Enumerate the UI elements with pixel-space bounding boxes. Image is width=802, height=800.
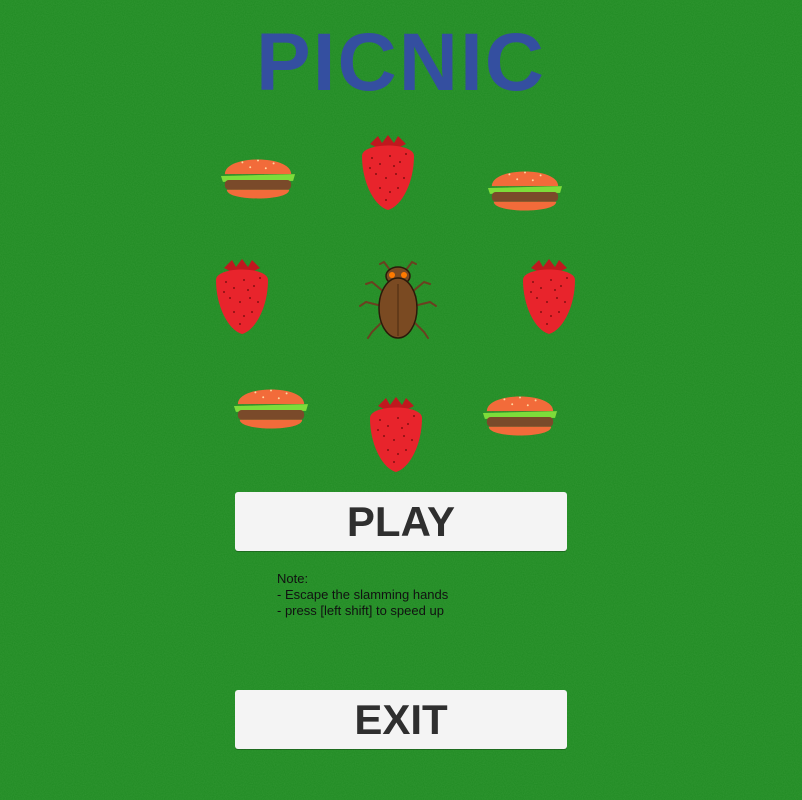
burger-icon	[219, 150, 297, 206]
burger-icon	[232, 380, 310, 436]
strawberry-icon	[209, 258, 275, 336]
strawberry-icon	[355, 134, 421, 212]
game-title: PICNIC	[256, 17, 546, 108]
note-heading: Note:	[277, 571, 309, 586]
bug-icon	[359, 260, 437, 339]
note-line: - press [left shift] to speed up	[277, 603, 444, 618]
note-text: Note: - Escape the slamming hands - pres…	[277, 571, 448, 619]
strawberry-icon	[363, 396, 429, 474]
note-line: - Escape the slamming hands	[277, 587, 449, 602]
burger-icon	[481, 387, 559, 443]
strawberry-icon	[516, 258, 582, 336]
exit-button[interactable]: EXIT	[235, 690, 567, 749]
burger-icon	[486, 162, 564, 218]
play-button[interactable]: PLAY	[235, 492, 567, 551]
